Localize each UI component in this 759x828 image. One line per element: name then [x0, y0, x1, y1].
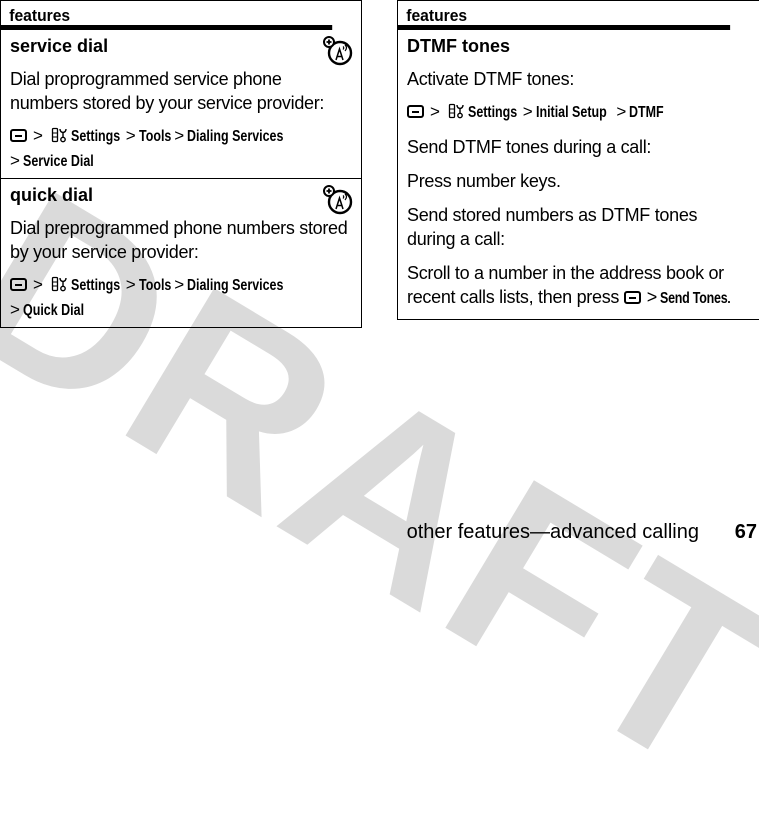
path-item-tools: Tools — [138, 277, 172, 294]
menu-path: > Settings > Initial Setup > DTMF — [407, 100, 750, 125]
page-number: 67 — [734, 521, 757, 543]
path-item-tools: Tools — [138, 128, 172, 145]
path-item-settings: Settings — [70, 128, 120, 145]
feature-title: quick dial — [10, 185, 94, 205]
feature-description: Dial preprogrammed phone numbers stored … — [10, 218, 348, 262]
menu-key-icon — [623, 291, 641, 304]
menu-key-icon — [10, 278, 27, 291]
settings-icon — [51, 127, 67, 143]
stored-numbers-label: Send stored numbers as DTMF tones during… — [407, 205, 698, 249]
path-separator: > — [174, 126, 185, 145]
path-separator: > — [646, 287, 658, 307]
feature-row-service-dial: service dial Dial proprogrammed service … — [1, 30, 361, 178]
feature-title: service dial — [10, 36, 109, 56]
during-call-instruction: Press number keys. — [407, 171, 561, 191]
path-separator: > — [33, 126, 43, 145]
path-item-dtmf: DTMF — [629, 104, 665, 121]
path-separator: > — [125, 126, 136, 145]
settings-icon — [448, 103, 464, 119]
path-item-settings: Settings — [467, 104, 517, 121]
path-separator: > — [10, 151, 20, 170]
path-separator: > — [125, 275, 136, 294]
path-item-send-tones: Send Tones — [660, 290, 728, 307]
features-table-right: features DTMF tones Activate DTMF tones:… — [397, 0, 759, 320]
settings-icon — [51, 276, 67, 292]
path-separator: > — [174, 275, 185, 294]
path-separator: > — [430, 102, 440, 121]
menu-key-icon — [10, 129, 27, 142]
network-feature-icon — [323, 185, 353, 215]
menu-key-icon — [407, 105, 424, 118]
path-item-service-dial: Service Dial — [22, 153, 94, 170]
path-item-initial-setup: Initial Setup — [535, 104, 607, 121]
path-separator: > — [522, 102, 533, 121]
activate-label: Activate DTMF tones: — [407, 69, 575, 89]
feature-description: Dial proprogrammed service phone numbers… — [10, 69, 325, 113]
table-header: features — [398, 1, 731, 30]
during-call-label: Send DTMF tones during a call: — [407, 137, 652, 157]
feature-title: DTMF tones — [407, 36, 510, 56]
table-header: features — [1, 1, 333, 30]
path-separator: > — [616, 102, 627, 121]
path-separator: > — [10, 300, 20, 319]
page-footer: other features—advanced calling 67 — [399, 517, 759, 547]
path-item-dialing-services: Dialing Services — [187, 128, 284, 145]
section-title: other features—advanced calling — [406, 521, 699, 543]
menu-path: > Settings > Tools > Dialing Services > Quick… — [10, 273, 352, 323]
path-separator: > — [33, 275, 43, 294]
network-feature-icon — [323, 36, 353, 66]
features-table-left: features service dial Dial proprogrammed… — [0, 0, 362, 328]
path-item-quick-dial: Quick Dial — [22, 302, 84, 319]
path-item-settings: Settings — [70, 277, 120, 294]
stored-numbers-instruction: Scroll to a number in the address book o… — [407, 261, 750, 315]
path-item-dialing-services: Dialing Services — [187, 277, 284, 294]
feature-row-dtmf-tones: DTMF tones Activate DTMF tones: > Settin… — [398, 30, 759, 319]
feature-row-quick-dial: quick dial Dial preprogrammed phone numb… — [1, 178, 361, 327]
menu-path: > Settings > Tools > Dialing Services > Servi… — [10, 124, 352, 174]
